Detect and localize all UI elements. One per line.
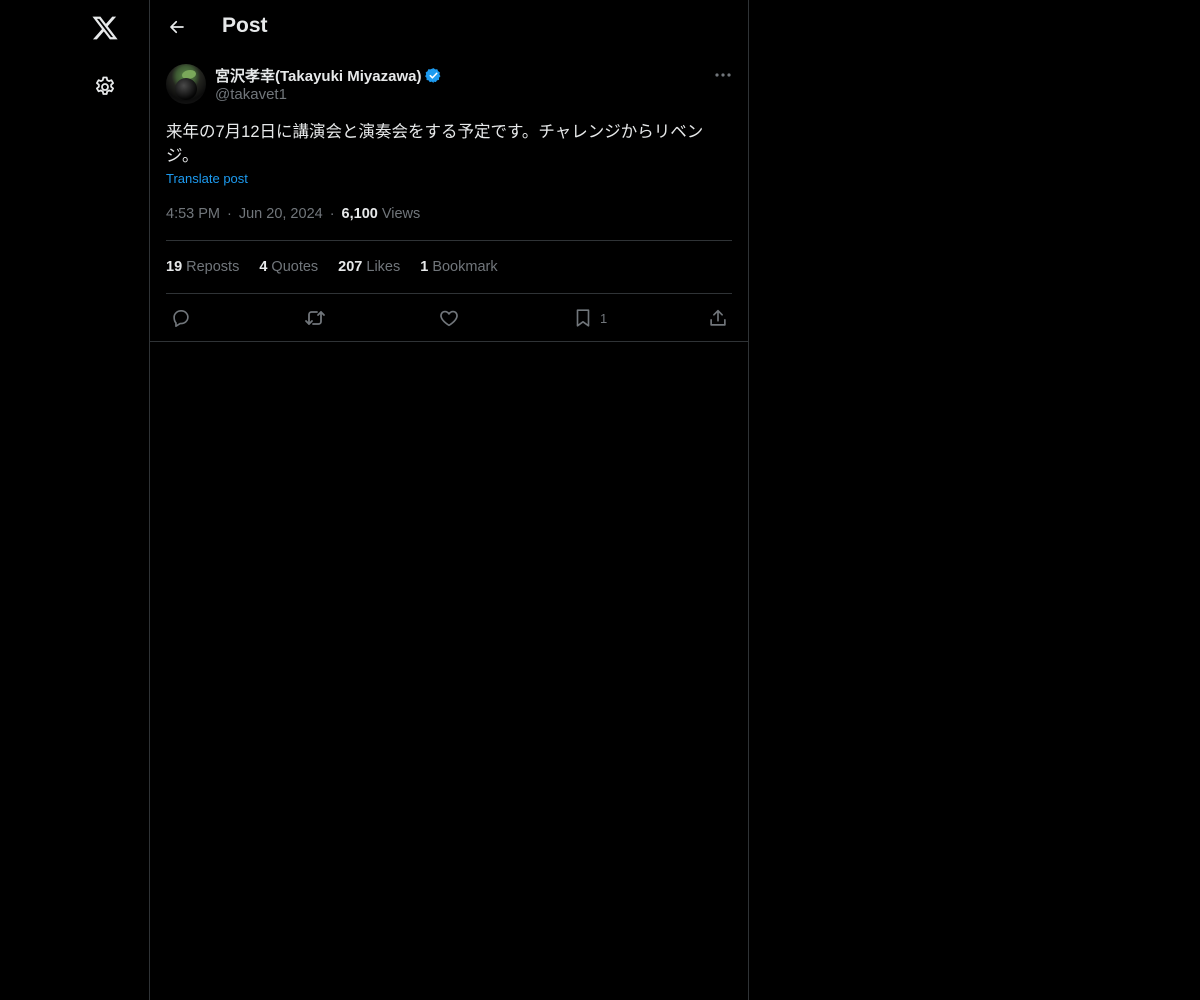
quotes-stat[interactable]: 4 Quotes bbox=[259, 259, 318, 275]
author-display-name[interactable]: 宮沢孝幸(Takayuki Miyazawa) bbox=[215, 65, 421, 86]
left-nav bbox=[0, 0, 149, 1000]
heart-icon bbox=[440, 310, 458, 327]
author-handle[interactable]: @takavet1 bbox=[215, 86, 287, 103]
bookmark-icon bbox=[576, 309, 590, 327]
arrow-left-icon bbox=[170, 20, 184, 34]
meta-separator: · bbox=[329, 206, 335, 222]
back-button[interactable] bbox=[164, 14, 190, 40]
more-dots-icon bbox=[715, 73, 731, 77]
likes-label: Likes bbox=[366, 259, 401, 275]
bookmarks-label: Bookmark bbox=[432, 259, 498, 275]
main-column: Post 宮沢孝幸(Takayuki Miyazawa) @takavet1 来… bbox=[149, 0, 749, 1000]
repost-icon bbox=[305, 311, 325, 325]
bookmark-count: 1 bbox=[600, 310, 608, 326]
post-stats: 19 Reposts 4 Quotes 207 Likes 1 Bookmark bbox=[166, 259, 498, 275]
page-title: Post bbox=[222, 14, 268, 37]
post-time[interactable]: 4:53 PM bbox=[166, 206, 220, 222]
verified-badge-icon[interactable] bbox=[425, 67, 442, 84]
like-button[interactable] bbox=[438, 304, 460, 332]
divider bbox=[166, 240, 732, 241]
repost-button[interactable] bbox=[303, 304, 327, 332]
likes-stat[interactable]: 207 Likes bbox=[338, 259, 400, 275]
bookmarks-stat[interactable]: 1 Bookmark bbox=[420, 259, 497, 275]
translate-post-link[interactable]: Translate post bbox=[166, 171, 248, 186]
share-icon bbox=[710, 309, 726, 326]
reposts-count: 19 bbox=[166, 259, 183, 275]
avatar-ball-shape bbox=[175, 78, 197, 100]
likes-count: 207 bbox=[338, 259, 363, 275]
reposts-label: Reposts bbox=[186, 259, 240, 275]
views-label: Views bbox=[381, 206, 421, 222]
reply-button[interactable] bbox=[170, 304, 192, 332]
meta-separator: · bbox=[227, 206, 232, 222]
views-count: 6,100 bbox=[341, 206, 378, 222]
divider bbox=[166, 293, 732, 294]
post-header: Post bbox=[150, 0, 748, 53]
more-options-button[interactable] bbox=[710, 64, 736, 86]
x-logo-icon bbox=[92, 16, 118, 40]
bookmarks-count: 1 bbox=[420, 259, 429, 275]
post-text: 来年の7月12日に講演会と演奏会をする予定です。チャレンジからリベンジ。 bbox=[166, 123, 704, 165]
post-date[interactable]: Jun 20, 2024 bbox=[239, 206, 323, 222]
reply-icon bbox=[173, 310, 189, 327]
app-root: Post 宮沢孝幸(Takayuki Miyazawa) @takavet1 来… bbox=[0, 0, 1200, 1000]
quotes-label: Quotes bbox=[271, 259, 319, 275]
gear-icon bbox=[96, 76, 114, 95]
post-actions: 1 bbox=[166, 304, 732, 332]
author-name-row: 宮沢孝幸(Takayuki Miyazawa) bbox=[215, 65, 442, 86]
avatar[interactable] bbox=[166, 64, 206, 104]
reposts-stat[interactable]: 19 Reposts bbox=[166, 259, 239, 275]
share-button[interactable] bbox=[707, 304, 729, 332]
x-logo-button[interactable] bbox=[85, 8, 125, 48]
quotes-count: 4 bbox=[259, 259, 268, 275]
divider bbox=[150, 341, 748, 342]
settings-button[interactable] bbox=[87, 69, 123, 105]
post-meta: 4:53 PM · Jun 20, 2024 · 6,100 Views bbox=[166, 206, 420, 222]
bookmark-button[interactable]: 1 bbox=[572, 304, 607, 332]
